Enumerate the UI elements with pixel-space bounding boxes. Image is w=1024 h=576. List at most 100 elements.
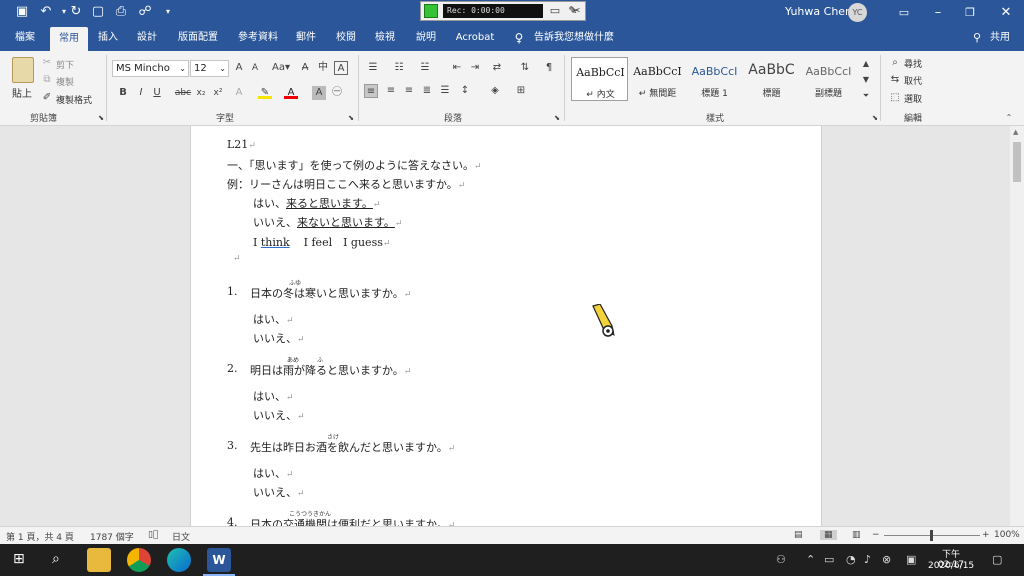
format-painter-label[interactable]: 複製格式 — [56, 93, 92, 106]
zoom-level[interactable]: 100% — [994, 530, 1020, 540]
clock-date[interactable]: 2020/6/15 — [928, 561, 974, 571]
distribute-icon[interactable]: ☰ — [438, 84, 452, 98]
italic-icon[interactable]: I — [134, 86, 148, 100]
strikethrough-icon[interactable]: abc — [174, 86, 192, 100]
zoom-slider-thumb[interactable] — [930, 530, 933, 541]
touch-mode-icon[interactable]: ☍ — [137, 4, 153, 20]
save-icon[interactable]: ▣ — [14, 4, 30, 20]
page-count[interactable]: 第 1 頁，共 4 頁 — [6, 530, 74, 543]
redo-icon[interactable]: ↻ — [68, 4, 84, 20]
replace-icon[interactable]: ⇆ — [888, 73, 902, 87]
tell-me-search[interactable]: 告訴我您想做什麼 — [532, 25, 616, 51]
ribbon-display-icon[interactable]: ▭ — [887, 0, 921, 25]
tab-help[interactable]: 說明 — [409, 25, 443, 51]
align-left-icon[interactable]: ≡ — [364, 84, 378, 98]
tab-review[interactable]: 校閱 — [330, 25, 362, 51]
paste-label[interactable]: 貼上 — [12, 85, 32, 100]
cut-label[interactable]: 剪下 — [56, 58, 74, 71]
tab-file[interactable]: 檔案 — [8, 25, 42, 51]
copy-label[interactable]: 複製 — [56, 75, 74, 88]
ime-mode-icon[interactable]: ▣ — [906, 553, 916, 566]
word-count[interactable]: 1787 個字 — [90, 530, 134, 543]
justify-icon[interactable]: ≣ — [420, 84, 434, 98]
input-method-icon[interactable]: ⊗ — [882, 553, 891, 566]
document-page[interactable]: L21↵ 一、「思います」を使って例のように答えなさい。↵ 例：リーさんは明日こ… — [190, 126, 822, 526]
chinese-layout-icon[interactable]: ⇄ — [490, 61, 504, 75]
bold-icon[interactable]: B — [116, 86, 130, 100]
battery-icon[interactable]: ▭ — [824, 553, 834, 566]
enclose-char-icon[interactable]: ㊀ — [330, 86, 344, 100]
avatar[interactable]: YC — [848, 3, 867, 22]
user-name[interactable]: Yuhwa Chen — [785, 5, 852, 18]
style-title[interactable]: AaBbC 標題 — [743, 57, 800, 101]
underline-icon[interactable]: U — [150, 86, 164, 100]
tab-acrobat[interactable]: Acrobat — [450, 25, 500, 51]
borders-icon[interactable]: ⊞ — [514, 84, 528, 98]
change-case-icon[interactable]: Aa▾ — [270, 61, 292, 75]
tab-mailings[interactable]: 郵件 — [290, 25, 322, 51]
multilevel-list-icon[interactable]: ☱ — [418, 61, 432, 75]
vertical-scrollbar[interactable]: ▲ — [1010, 126, 1024, 526]
volume-icon[interactable]: ♪ — [864, 553, 871, 566]
char-border-icon[interactable]: A — [334, 61, 348, 75]
style-subtitle[interactable]: AaBbCcI 副標題 — [800, 57, 857, 101]
style-no-spacing[interactable]: AaBbCcI ↵ 無間距 — [629, 57, 686, 101]
new-document-icon[interactable]: ▢ — [90, 4, 106, 20]
shrink-font-icon[interactable]: A — [248, 61, 262, 75]
increase-indent-icon[interactable]: ⇥ — [468, 61, 482, 75]
decrease-indent-icon[interactable]: ⇤ — [450, 61, 464, 75]
notifications-icon[interactable]: ▢ — [992, 553, 1002, 566]
highlight-icon[interactable]: ✎ — [258, 87, 272, 99]
grow-font-icon[interactable]: A — [232, 61, 246, 75]
network-icon[interactable]: ◔ — [846, 553, 856, 566]
customize-toolbar-icon[interactable]: ▾ — [160, 4, 176, 20]
styles-scroll-up-icon[interactable]: ▲ — [859, 57, 873, 71]
word-icon[interactable]: W — [207, 548, 231, 572]
restore-icon[interactable]: ❐ — [953, 0, 987, 25]
web-layout-icon[interactable]: ▥ — [852, 530, 861, 540]
tab-home[interactable]: 常用 — [50, 27, 88, 51]
sort-icon[interactable]: ⇅ — [518, 61, 532, 75]
zoom-out-icon[interactable]: − — [872, 530, 880, 540]
style-heading-1[interactable]: AaBbCcI 標題 1 — [686, 57, 743, 101]
superscript-icon[interactable]: x² — [211, 86, 225, 100]
tab-layout[interactable]: 版面配置 — [172, 25, 224, 51]
paste-icon[interactable] — [12, 57, 34, 83]
font-name-dropdown[interactable]: MS Mincho ⌄ — [112, 60, 189, 77]
numbering-icon[interactable]: ☷ — [392, 61, 406, 75]
font-color-icon[interactable]: A — [284, 87, 298, 99]
search-icon[interactable]: ⌕ — [52, 551, 60, 567]
read-mode-icon[interactable]: ▤ — [794, 530, 803, 540]
shading-icon[interactable]: ◈ — [488, 84, 502, 98]
find-icon[interactable]: ⌕ — [888, 56, 902, 70]
scissors-icon[interactable]: ✂ — [569, 4, 583, 18]
replace-label[interactable]: 取代 — [904, 74, 922, 87]
file-explorer-icon[interactable] — [87, 548, 111, 572]
chrome-icon[interactable] — [127, 548, 151, 572]
minimize-icon[interactable]: – — [921, 0, 955, 25]
clear-format-icon[interactable]: A̶ — [298, 61, 312, 75]
share-button[interactable]: 共用 — [986, 25, 1014, 51]
chevron-up-icon[interactable]: ⌃ — [806, 553, 815, 566]
styles-scroll-down-icon[interactable]: ▼ — [859, 73, 873, 87]
print-layout-icon[interactable]: ▦ — [820, 530, 837, 540]
record-button[interactable] — [424, 4, 438, 18]
text-effects-icon[interactable]: A — [232, 86, 246, 100]
print-preview-icon[interactable]: ⎙ — [113, 4, 129, 20]
windows-start-icon[interactable]: ⊞ — [13, 551, 25, 567]
edge-icon[interactable] — [167, 548, 191, 572]
language[interactable]: 日文 — [172, 530, 190, 543]
tab-design[interactable]: 設計 — [130, 25, 164, 51]
font-launcher-icon[interactable]: ⬊ — [344, 111, 358, 125]
tab-references[interactable]: 參考資料 — [232, 25, 284, 51]
select-label[interactable]: 選取 — [904, 92, 922, 105]
phonetic-guide-icon[interactable]: 中 — [316, 61, 330, 75]
bullets-icon[interactable]: ☰ — [366, 61, 380, 75]
people-icon[interactable]: ⚇ — [776, 553, 786, 566]
collapse-ribbon-icon[interactable]: ⌃ — [1002, 111, 1016, 125]
char-shading-icon[interactable]: A — [312, 86, 326, 100]
proofing-icon[interactable]: ▯⃞ — [148, 530, 158, 540]
font-size-dropdown[interactable]: 12 ⌄ — [190, 60, 229, 77]
copy-icon[interactable]: ⧉ — [40, 73, 54, 87]
style-normal[interactable]: AaBbCcI ↵ 內文 — [571, 57, 628, 101]
